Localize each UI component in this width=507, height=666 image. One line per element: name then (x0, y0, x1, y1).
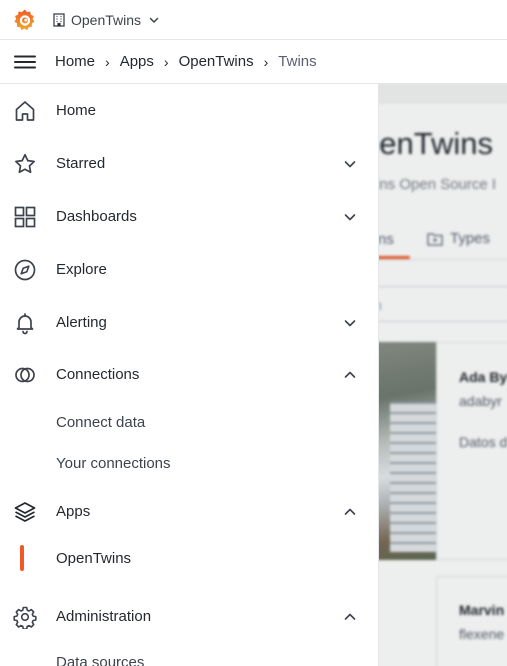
chevron-down-icon (149, 17, 159, 23)
menu-item-label: Home (56, 101, 97, 119)
menu-item-alerting[interactable]: Alerting (0, 302, 378, 342)
chevron-right-icon: › (105, 53, 110, 70)
org-switcher[interactable]: OpenTwins (52, 12, 162, 28)
org-name: OpenTwins (71, 11, 142, 28)
menu-item-label: Starred (56, 154, 106, 172)
menu-item-explore[interactable]: Explore (0, 249, 378, 289)
menu-item-label: Connections (56, 365, 140, 383)
menu-item-home[interactable]: Home (0, 90, 378, 130)
chevron-down-icon[interactable] (341, 155, 359, 173)
breadcrumb-opentwins[interactable]: OpenTwins (179, 53, 254, 70)
menu-item-connections[interactable]: Connections (0, 354, 378, 394)
submenu-opentwins[interactable]: OpenTwins (56, 550, 131, 567)
menu-item-label: Alerting (56, 313, 107, 331)
submenu-data-sources[interactable]: Data sources (56, 654, 144, 666)
submenu-connect-data[interactable]: Connect data (56, 414, 145, 431)
menu-item-label: Apps (56, 502, 91, 520)
gear-icon (12, 604, 38, 630)
breadcrumb: Home › Apps › OpenTwins › Twins (55, 53, 317, 70)
bell-icon (12, 310, 38, 336)
home-icon (12, 98, 38, 124)
active-item-indicator (20, 545, 24, 571)
building-icon (53, 12, 65, 27)
star-icon (12, 151, 38, 177)
chevron-up-icon[interactable] (341, 503, 359, 521)
chevron-down-icon[interactable] (341, 314, 359, 332)
chevron-up-icon[interactable] (341, 366, 359, 384)
chevron-right-icon: › (263, 53, 269, 70)
chevron-down-icon[interactable] (341, 208, 359, 226)
grafana-logo-icon[interactable] (12, 7, 38, 33)
top-bar: OpenTwins (0, 0, 507, 40)
chevron-right-icon: › (163, 53, 169, 70)
breadcrumb-apps[interactable]: Apps (120, 53, 154, 70)
breadcrumb-home[interactable]: Home (55, 53, 95, 70)
breadcrumb-twins: Twins (278, 53, 317, 70)
layers-icon (12, 499, 38, 525)
dashboards-icon (12, 204, 38, 230)
menu-item-administration[interactable]: Administration (0, 596, 378, 636)
connections-icon (12, 362, 38, 388)
menu-item-apps[interactable]: Apps (0, 491, 378, 531)
compass-icon (12, 257, 38, 283)
side-menu: Home Starred Dashboards Explore Alerting (0, 84, 379, 666)
menu-item-dashboards[interactable]: Dashboards (0, 196, 378, 236)
menu-item-starred[interactable]: Starred (0, 143, 378, 183)
menu-item-label: Administration (56, 607, 152, 625)
breadcrumb-bar: Home › Apps › OpenTwins › Twins (0, 40, 507, 84)
chevron-up-icon[interactable] (341, 608, 359, 626)
menu-item-label: Explore (56, 260, 107, 278)
submenu-your-connections[interactable]: Your connections (56, 455, 171, 472)
menu-item-label: Dashboards (56, 207, 137, 225)
menu-toggle-icon[interactable] (12, 49, 38, 75)
